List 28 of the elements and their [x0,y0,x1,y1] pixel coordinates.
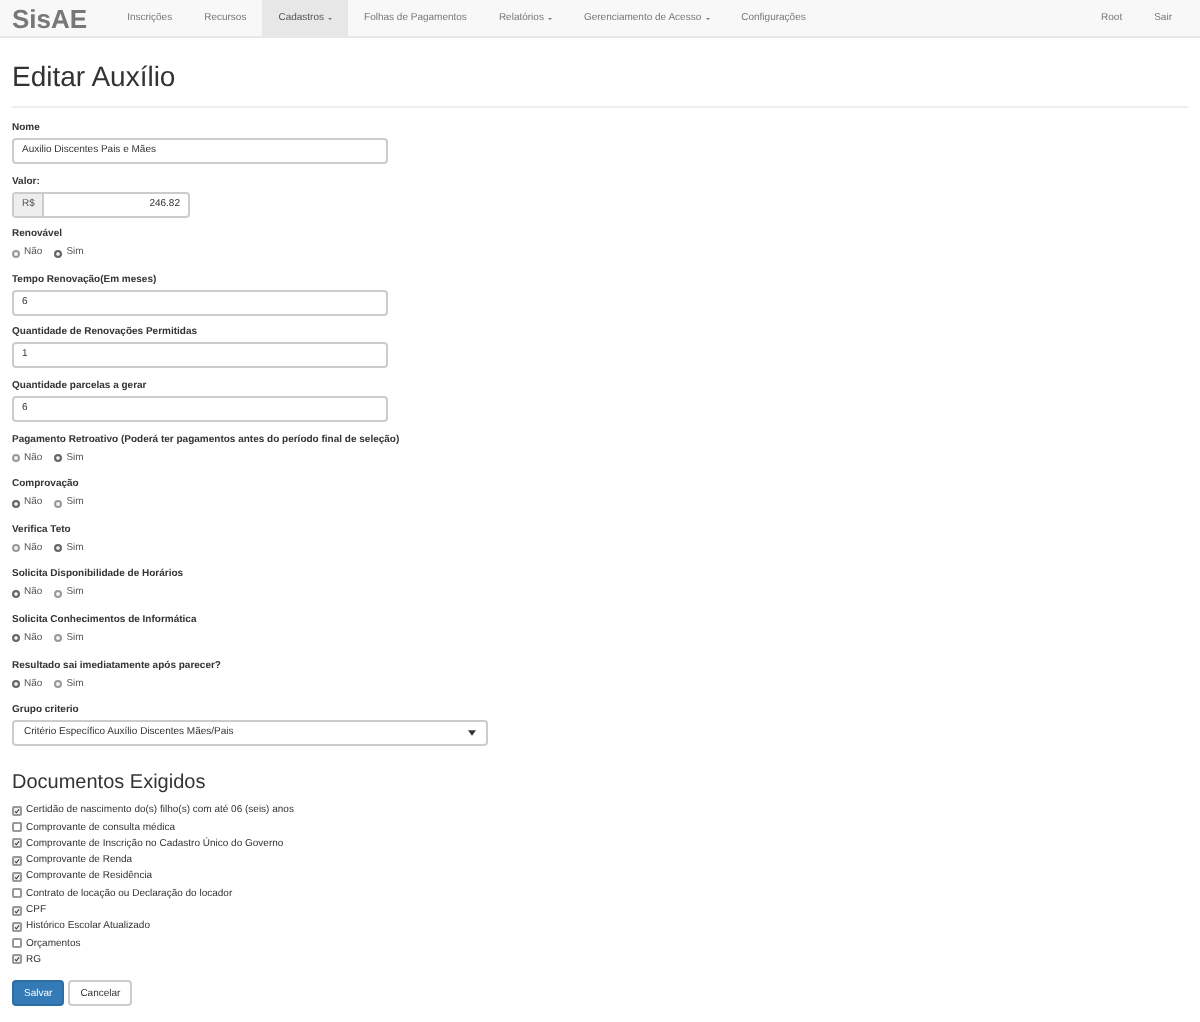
radio-button[interactable] [12,454,20,463]
radio-button[interactable] [12,544,20,553]
radio-button[interactable] [12,589,20,598]
checkbox[interactable] [12,871,22,882]
checkbox[interactable] [12,888,22,899]
radio-button[interactable] [12,680,20,689]
radio-button[interactable] [12,499,20,508]
checkbox[interactable] [12,805,22,816]
radio-button[interactable] [54,249,63,258]
radio-button[interactable] [12,249,20,258]
page-title: Editar Auxílio [12,60,178,92]
radio-button[interactable] [12,634,20,643]
section-heading: Documentos Exigidos [12,772,208,797]
checkbox[interactable] [12,822,22,833]
checkbox[interactable] [12,855,22,866]
radio-button[interactable] [54,454,63,463]
brand-logo[interactable]: SisAE [12,0,88,36]
radio-button[interactable] [54,544,63,553]
checkbox[interactable] [12,905,22,916]
checkbox[interactable] [12,938,22,949]
radio-button[interactable] [54,680,63,689]
checkbox[interactable] [12,838,22,849]
checkbox[interactable] [12,921,22,932]
radio-button[interactable] [54,589,63,598]
checkbox[interactable] [12,954,22,965]
dropdown-arrow-icon [468,730,476,737]
radio-button[interactable] [54,499,63,508]
radio-button[interactable] [54,634,63,643]
